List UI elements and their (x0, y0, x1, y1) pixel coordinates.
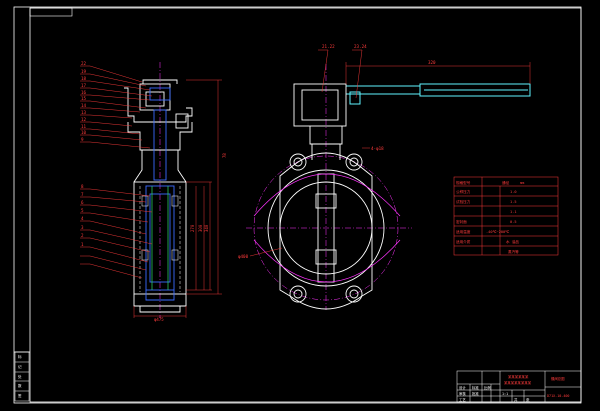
callout-label: 6 (81, 200, 84, 205)
callout-label: 8 (81, 184, 84, 189)
callout-label: 5 (81, 208, 84, 213)
dim-handle: 320 (428, 60, 436, 65)
note-flange: 4-φ18 (371, 146, 384, 151)
spec-value: 1.0 (510, 190, 517, 194)
spec-table: 规格型号 通径 mm 公称压力 1.0 试验压力 1.5 1.1 密封面 0.5… (453, 176, 559, 256)
title-cell: 批准 (472, 391, 479, 396)
spec-value: 水 油品 (506, 239, 519, 244)
callout-23-24: 23.24 (354, 44, 367, 49)
title-cell: 工艺 (459, 397, 466, 402)
callout-label: 7 (81, 192, 84, 197)
callout-label: 19 (81, 69, 87, 74)
callout-label: 2 (81, 233, 84, 238)
callout-label: 12 (81, 117, 87, 122)
callout-label: 11 (81, 124, 87, 129)
dim-bottom: φ475 (154, 317, 164, 322)
callout-21-22: 21.22 (322, 44, 335, 49)
spec-value: 1.5 (510, 200, 517, 204)
revision-cell: 处 (18, 374, 22, 379)
spec-label: 公称压力 (456, 189, 471, 194)
title-cell: 1:1 (502, 392, 508, 396)
dim-bore-1: 270 (190, 224, 195, 232)
callout-label: 17 (81, 83, 87, 88)
callout-label: 10 (81, 130, 87, 135)
spec-value: 蒸汽等 (508, 249, 519, 254)
title-cell: 比例 (484, 385, 491, 390)
spec-header: 通径 (502, 180, 510, 185)
callout-label: 3 (81, 225, 84, 230)
revision-cell: 标 (18, 354, 22, 359)
dim-bore-3: 340 (204, 224, 209, 232)
spec-header: 规格型号 (456, 180, 471, 185)
dim-height: 78 (222, 153, 227, 158)
company-line-1: 某某某某某某 (508, 374, 529, 379)
spec-label: 密封面 (456, 219, 467, 224)
callout-label: 15 (81, 96, 87, 101)
spec-value: 0.5 (510, 220, 517, 224)
callout-label: 1 (81, 242, 84, 247)
revision-block: 标 记 处 数 签 (14, 351, 30, 402)
title-cell: 标准 (472, 385, 479, 390)
callout-label: 16 (81, 90, 87, 95)
cad-drawing: 标 记 处 数 签 22 19 18 17 16 15 14 13 12 11 … (13, 6, 582, 404)
callout-label: 9 (81, 137, 84, 142)
callout-label: 14 (81, 103, 87, 108)
spec-value: 1.1 (510, 210, 517, 214)
spec-label: 适用介质 (456, 239, 471, 244)
dim-bore-2: 300 (198, 224, 203, 232)
company-line-2: 某某某某某某某某 (504, 380, 532, 385)
revision-cell: 签 (18, 393, 22, 398)
callout-label: 18 (81, 76, 87, 81)
left-sectional-view: 22 19 18 17 16 15 14 13 12 11 10 9 8 7 6… (80, 61, 227, 322)
drawing-name: 蝶阀总图 (551, 376, 565, 381)
spec-label: 适用温度 (456, 229, 471, 234)
note-dia: φ400 (238, 254, 249, 259)
title-cell: 张 (526, 397, 530, 402)
callout-label: 13 (81, 110, 87, 115)
revision-cell: 数 (18, 383, 22, 388)
title-cell: 共 (514, 397, 518, 402)
spec-label: 试验压力 (456, 199, 471, 204)
title-cell: 审核 (459, 391, 466, 396)
callout-label: 22 (81, 61, 87, 66)
title-block: 某某某某某某 某某某某某某某某 蝶阀总图 D71X-10-400 设计 审核 工… (456, 370, 582, 403)
revision-cell: 记 (18, 364, 22, 369)
drawing-frame (13, 6, 582, 404)
spec-value: -40℃~200℃ (486, 230, 510, 234)
callout-label: 4 (81, 216, 84, 221)
title-cell: 设计 (459, 385, 466, 390)
drawing-number: D71X-10-400 (547, 394, 569, 398)
spec-header: mm (520, 181, 524, 185)
